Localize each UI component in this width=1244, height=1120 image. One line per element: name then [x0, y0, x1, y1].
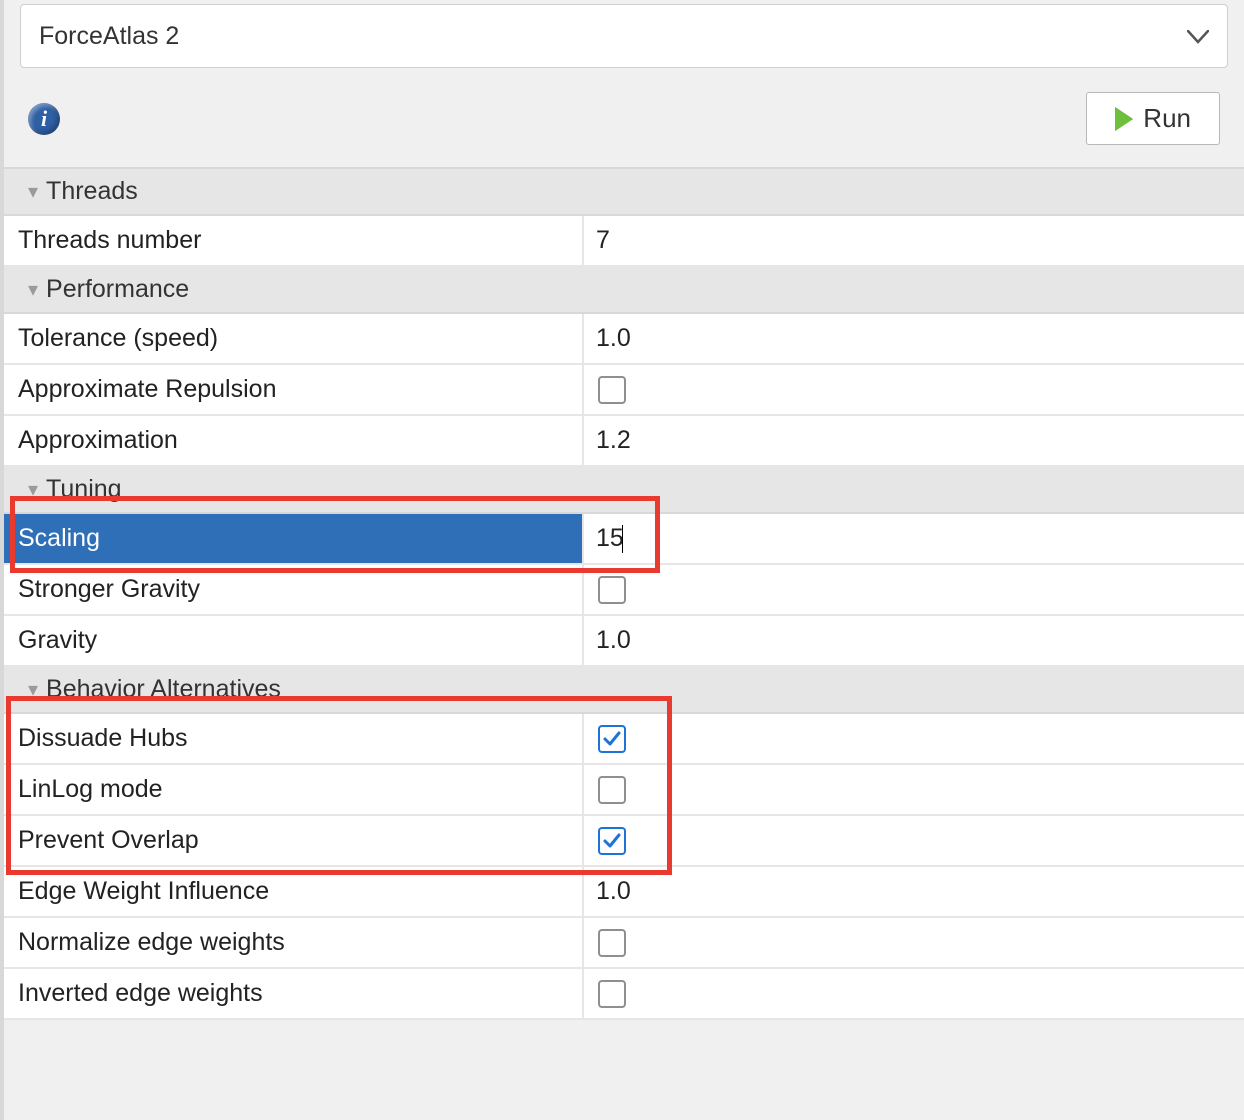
section-title: Performance — [46, 275, 189, 304]
row-value[interactable] — [584, 714, 1244, 763]
row-label: LinLog mode — [4, 765, 584, 814]
chevron-down-icon: ▾ — [28, 179, 38, 204]
section-title: Threads — [46, 177, 138, 206]
scaling-input[interactable]: 15 — [596, 524, 624, 553]
row-threads-number[interactable]: Threads number 7 — [4, 216, 1244, 267]
row-label: Approximation — [4, 416, 584, 465]
section-header-performance[interactable]: ▾ Performance — [4, 267, 1244, 314]
chevron-down-icon — [1187, 22, 1209, 51]
chevron-down-icon: ▾ — [28, 677, 38, 702]
chevron-down-icon: ▾ — [28, 277, 38, 302]
layout-algorithm-select[interactable]: ForceAtlas 2 — [20, 4, 1228, 68]
row-label: Dissuade Hubs — [4, 714, 584, 763]
row-edge-weight-influence[interactable]: Edge Weight Influence 1.0 — [4, 867, 1244, 918]
row-linlog-mode[interactable]: LinLog mode — [4, 765, 1244, 816]
row-label: Threads number — [4, 216, 584, 265]
row-gravity[interactable]: Gravity 1.0 — [4, 616, 1244, 667]
row-label: Approximate Repulsion — [4, 365, 584, 414]
layout-select-wrap: ForceAtlas 2 — [4, 0, 1244, 82]
row-label: Prevent Overlap — [4, 816, 584, 865]
row-value[interactable]: 1.0 — [584, 314, 1244, 363]
section-title: Behavior Alternatives — [46, 675, 281, 704]
row-approximate-repulsion[interactable]: Approximate Repulsion — [4, 365, 1244, 416]
row-label: Stronger Gravity — [4, 565, 584, 614]
row-dissuade-hubs[interactable]: Dissuade Hubs — [4, 714, 1244, 765]
checkbox-stronger-gravity[interactable] — [598, 576, 626, 604]
row-value[interactable]: 1.0 — [584, 867, 1244, 916]
checkbox-inverted-edge-weights[interactable] — [598, 980, 626, 1008]
checkbox-dissuade-hubs[interactable] — [598, 725, 626, 753]
section-title: Tuning — [46, 475, 122, 504]
row-normalize-edge-weights[interactable]: Normalize edge weights — [4, 918, 1244, 969]
row-label: Edge Weight Influence — [4, 867, 584, 916]
row-label: Inverted edge weights — [4, 969, 584, 1018]
row-label: Tolerance (speed) — [4, 314, 584, 363]
row-value[interactable]: 15 — [584, 514, 1244, 563]
checkbox-normalize-edge-weights[interactable] — [598, 929, 626, 957]
properties-table: ▾ Threads Threads number 7 ▾ Performance… — [4, 167, 1244, 1020]
row-scaling[interactable]: Scaling 15 — [4, 514, 1244, 565]
section-header-behavior[interactable]: ▾ Behavior Alternatives — [4, 667, 1244, 714]
row-label: Normalize edge weights — [4, 918, 584, 967]
checkbox-approximate-repulsion[interactable] — [598, 376, 626, 404]
row-value[interactable] — [584, 816, 1244, 865]
section-header-threads[interactable]: ▾ Threads — [4, 169, 1244, 216]
play-icon — [1115, 107, 1133, 131]
row-value[interactable]: 1.0 — [584, 616, 1244, 665]
row-value[interactable]: 7 — [584, 216, 1244, 265]
section-header-tuning[interactable]: ▾ Tuning — [4, 467, 1244, 514]
text-cursor — [622, 525, 623, 553]
chevron-down-icon: ▾ — [28, 477, 38, 502]
row-value[interactable] — [584, 969, 1244, 1018]
row-label: Gravity — [4, 616, 584, 665]
row-approximation[interactable]: Approximation 1.2 — [4, 416, 1244, 467]
run-button[interactable]: Run — [1086, 92, 1220, 145]
layout-select-value: ForceAtlas 2 — [39, 22, 179, 51]
info-icon[interactable]: i — [28, 103, 60, 135]
layout-toolbar: i Run — [4, 82, 1244, 167]
row-value[interactable]: 1.2 — [584, 416, 1244, 465]
row-value[interactable] — [584, 365, 1244, 414]
row-label: Scaling — [4, 514, 584, 563]
run-button-label: Run — [1143, 103, 1191, 134]
layout-panel: ForceAtlas 2 i Run ▾ Threads Threads num… — [0, 0, 1244, 1120]
row-tolerance[interactable]: Tolerance (speed) 1.0 — [4, 314, 1244, 365]
checkbox-linlog-mode[interactable] — [598, 776, 626, 804]
row-value[interactable] — [584, 765, 1244, 814]
row-value[interactable] — [584, 918, 1244, 967]
row-prevent-overlap[interactable]: Prevent Overlap — [4, 816, 1244, 867]
row-value[interactable] — [584, 565, 1244, 614]
row-stronger-gravity[interactable]: Stronger Gravity — [4, 565, 1244, 616]
checkbox-prevent-overlap[interactable] — [598, 827, 626, 855]
row-inverted-edge-weights[interactable]: Inverted edge weights — [4, 969, 1244, 1020]
